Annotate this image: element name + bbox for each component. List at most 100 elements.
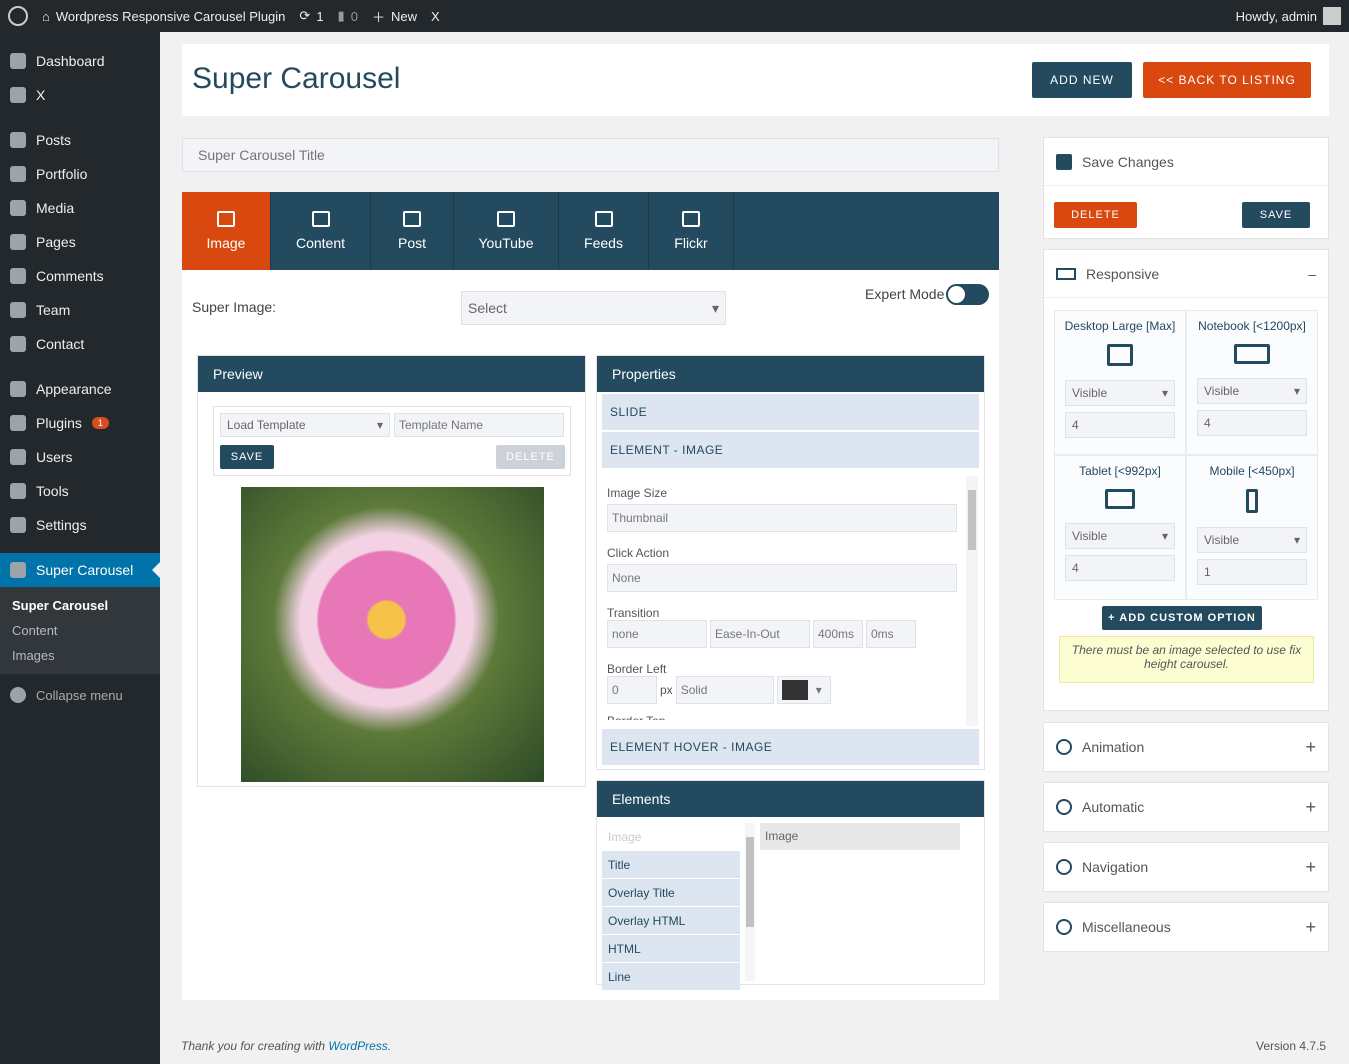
visibility-select[interactable]: Visible ▾ — [1065, 380, 1175, 406]
tab-feeds[interactable]: Feeds — [559, 192, 649, 270]
section-miscellaneous[interactable]: Miscellaneous + — [1043, 902, 1329, 952]
tab-youtube[interactable]: YouTube — [454, 192, 559, 270]
carousel-title-input[interactable] — [182, 138, 999, 172]
element-hover-section[interactable]: ELEMENT HOVER - IMAGE — [602, 729, 979, 765]
items-count-input[interactable]: 4 — [1065, 555, 1175, 581]
expand-plus-icon[interactable]: + — [1305, 797, 1316, 818]
visibility-select[interactable]: Visible ▾ — [1197, 378, 1307, 404]
save-button[interactable]: SAVE — [1242, 202, 1310, 228]
visibility-select[interactable]: Visible ▾ — [1065, 523, 1175, 549]
avatar — [1323, 7, 1341, 25]
expand-plus-icon[interactable]: + — [1305, 857, 1316, 878]
comments-link[interactable]: ▮ 0 — [338, 8, 358, 24]
collapse-menu[interactable]: Collapse menu — [0, 678, 160, 712]
element-list-item[interactable]: Line — [602, 963, 740, 990]
delete-button[interactable]: DELETE — [1054, 202, 1137, 228]
template-save-button[interactable]: SAVE — [220, 445, 274, 469]
preview-title: Preview — [198, 356, 585, 392]
slide-section[interactable]: SLIDE — [602, 394, 979, 430]
transition-easing[interactable]: Ease-In-Out — [710, 620, 810, 648]
properties-scrollbar[interactable] — [966, 476, 978, 726]
selected-element-item[interactable]: Image — [760, 823, 960, 850]
template-name-input[interactable] — [394, 413, 564, 437]
device-cell: Mobile [<450px] Visible ▾ 1 — [1186, 455, 1318, 600]
submenu-content[interactable]: Content — [0, 618, 160, 643]
sidebar-item-team[interactable]: Team — [0, 293, 160, 327]
elements-panel: Elements Image Title Overlay Title Overlay … — [596, 780, 985, 990]
element-image-section[interactable]: ELEMENT - IMAGE — [602, 432, 979, 468]
super-image-select[interactable]: Select ▾ — [461, 291, 726, 325]
sidebar-item-users[interactable]: Users — [0, 440, 160, 474]
sidebar-item-pages[interactable]: Pages — [0, 225, 160, 259]
click-action-field[interactable]: None — [607, 564, 957, 592]
notice-message: There must be an image selected to use f… — [1059, 636, 1314, 683]
border-left-style[interactable]: Solid — [675, 676, 774, 704]
device-cell: Tablet [<992px] Visible ▾ 4 — [1054, 455, 1186, 600]
tab-flickr[interactable]: Flickr — [649, 192, 734, 270]
transition-delay[interactable]: 0ms — [866, 620, 916, 648]
section-animation[interactable]: Animation + — [1043, 722, 1329, 772]
image-size-field[interactable]: Thumbnail — [607, 504, 957, 532]
x-link[interactable]: X — [431, 9, 440, 24]
sidebar-item-settings[interactable]: Settings — [0, 508, 160, 542]
wrench-icon — [10, 483, 26, 499]
wordpress-link[interactable]: WordPress — [328, 1039, 387, 1053]
visibility-select[interactable]: Visible ▾ — [1197, 527, 1307, 553]
responsive-header[interactable]: Responsive – — [1044, 250, 1328, 298]
sidebar-item-x[interactable]: X — [0, 78, 160, 112]
new-link[interactable]: ＋ New — [372, 7, 417, 26]
device-cell: Notebook [<1200px] Visible ▾ 4 — [1186, 310, 1318, 455]
updates-link[interactable]: ⟳ 1 — [299, 8, 323, 24]
element-list-item[interactable]: Title — [602, 851, 740, 878]
wordpress-logo-icon[interactable] — [8, 6, 28, 26]
tab-post[interactable]: Post — [371, 192, 454, 270]
element-list-item[interactable]: HTML — [602, 935, 740, 962]
expand-plus-icon[interactable]: + — [1305, 917, 1316, 938]
tab-content[interactable]: Content — [271, 192, 371, 270]
collapse-minus-icon[interactable]: – — [1308, 266, 1316, 282]
border-left-label: Border Left — [607, 662, 667, 676]
section-automatic[interactable]: Automatic + — [1043, 782, 1329, 832]
sidebar-item-portfolio[interactable]: Portfolio — [0, 157, 160, 191]
expand-plus-icon[interactable]: + — [1305, 737, 1316, 758]
account-menu[interactable]: Howdy, admin — [1236, 7, 1341, 25]
tab-image[interactable]: Image — [182, 192, 271, 270]
sidebar-item-contact[interactable]: Contact — [0, 327, 160, 361]
border-left-color-picker[interactable]: ▾ — [776, 676, 831, 704]
back-to-listing-button[interactable]: << BACK TO LISTING — [1143, 62, 1311, 98]
chevron-right-icon — [10, 87, 26, 103]
sidebar-item-media[interactable]: Media — [0, 191, 160, 225]
border-left-width[interactable]: 0 — [607, 676, 657, 704]
load-template-select[interactable]: Load Template ▾ — [220, 413, 390, 437]
submenu-images[interactable]: Images — [0, 643, 160, 668]
submenu-super-carousel[interactable]: Super Carousel — [0, 593, 160, 618]
transition-property[interactable]: none — [607, 620, 707, 648]
site-link[interactable]: ⌂ Wordpress Responsive Carousel Plugin — [42, 9, 285, 24]
pages-icon — [10, 234, 26, 250]
items-count-input[interactable]: 4 — [1197, 410, 1307, 436]
sidebar-item-plugins[interactable]: Plugins 1 — [0, 406, 160, 440]
sidebar-item-appearance[interactable]: Appearance — [0, 372, 160, 406]
element-list-item[interactable]: Overlay Title — [602, 879, 740, 906]
template-delete-button[interactable]: DELETE — [496, 445, 565, 469]
responsive-box: Responsive – Desktop Large [Max] Visible ▾ 4… — [1043, 249, 1329, 711]
sidebar-item-super-carousel[interactable]: Super Carousel — [0, 553, 160, 587]
items-count-input[interactable]: 4 — [1065, 412, 1175, 438]
sidebar-item-tools[interactable]: Tools — [0, 474, 160, 508]
section-navigation[interactable]: Navigation + — [1043, 842, 1329, 892]
user-icon — [10, 449, 26, 465]
items-count-input[interactable]: 1 — [1197, 559, 1307, 585]
transition-duration[interactable]: 400ms — [813, 620, 863, 648]
preview-panel: Preview Load Template▾ SAVE DELETE — [197, 355, 586, 787]
sidebar-item-comments[interactable]: Comments — [0, 259, 160, 293]
dashboard-icon — [10, 53, 26, 69]
element-list-item[interactable]: Overlay HTML — [602, 907, 740, 934]
element-list-item[interactable]: Image — [602, 823, 740, 850]
sidebar-item-posts[interactable]: Posts — [0, 123, 160, 157]
portfolio-icon — [10, 166, 26, 182]
expert-mode-toggle[interactable] — [946, 284, 989, 305]
sidebar-item-dashboard[interactable]: Dashboard — [0, 44, 160, 78]
add-new-button[interactable]: ADD NEW — [1032, 62, 1132, 98]
elements-list-scrollbar[interactable] — [745, 823, 755, 981]
add-custom-option-button[interactable]: + ADD CUSTOM OPTION — [1102, 606, 1262, 630]
